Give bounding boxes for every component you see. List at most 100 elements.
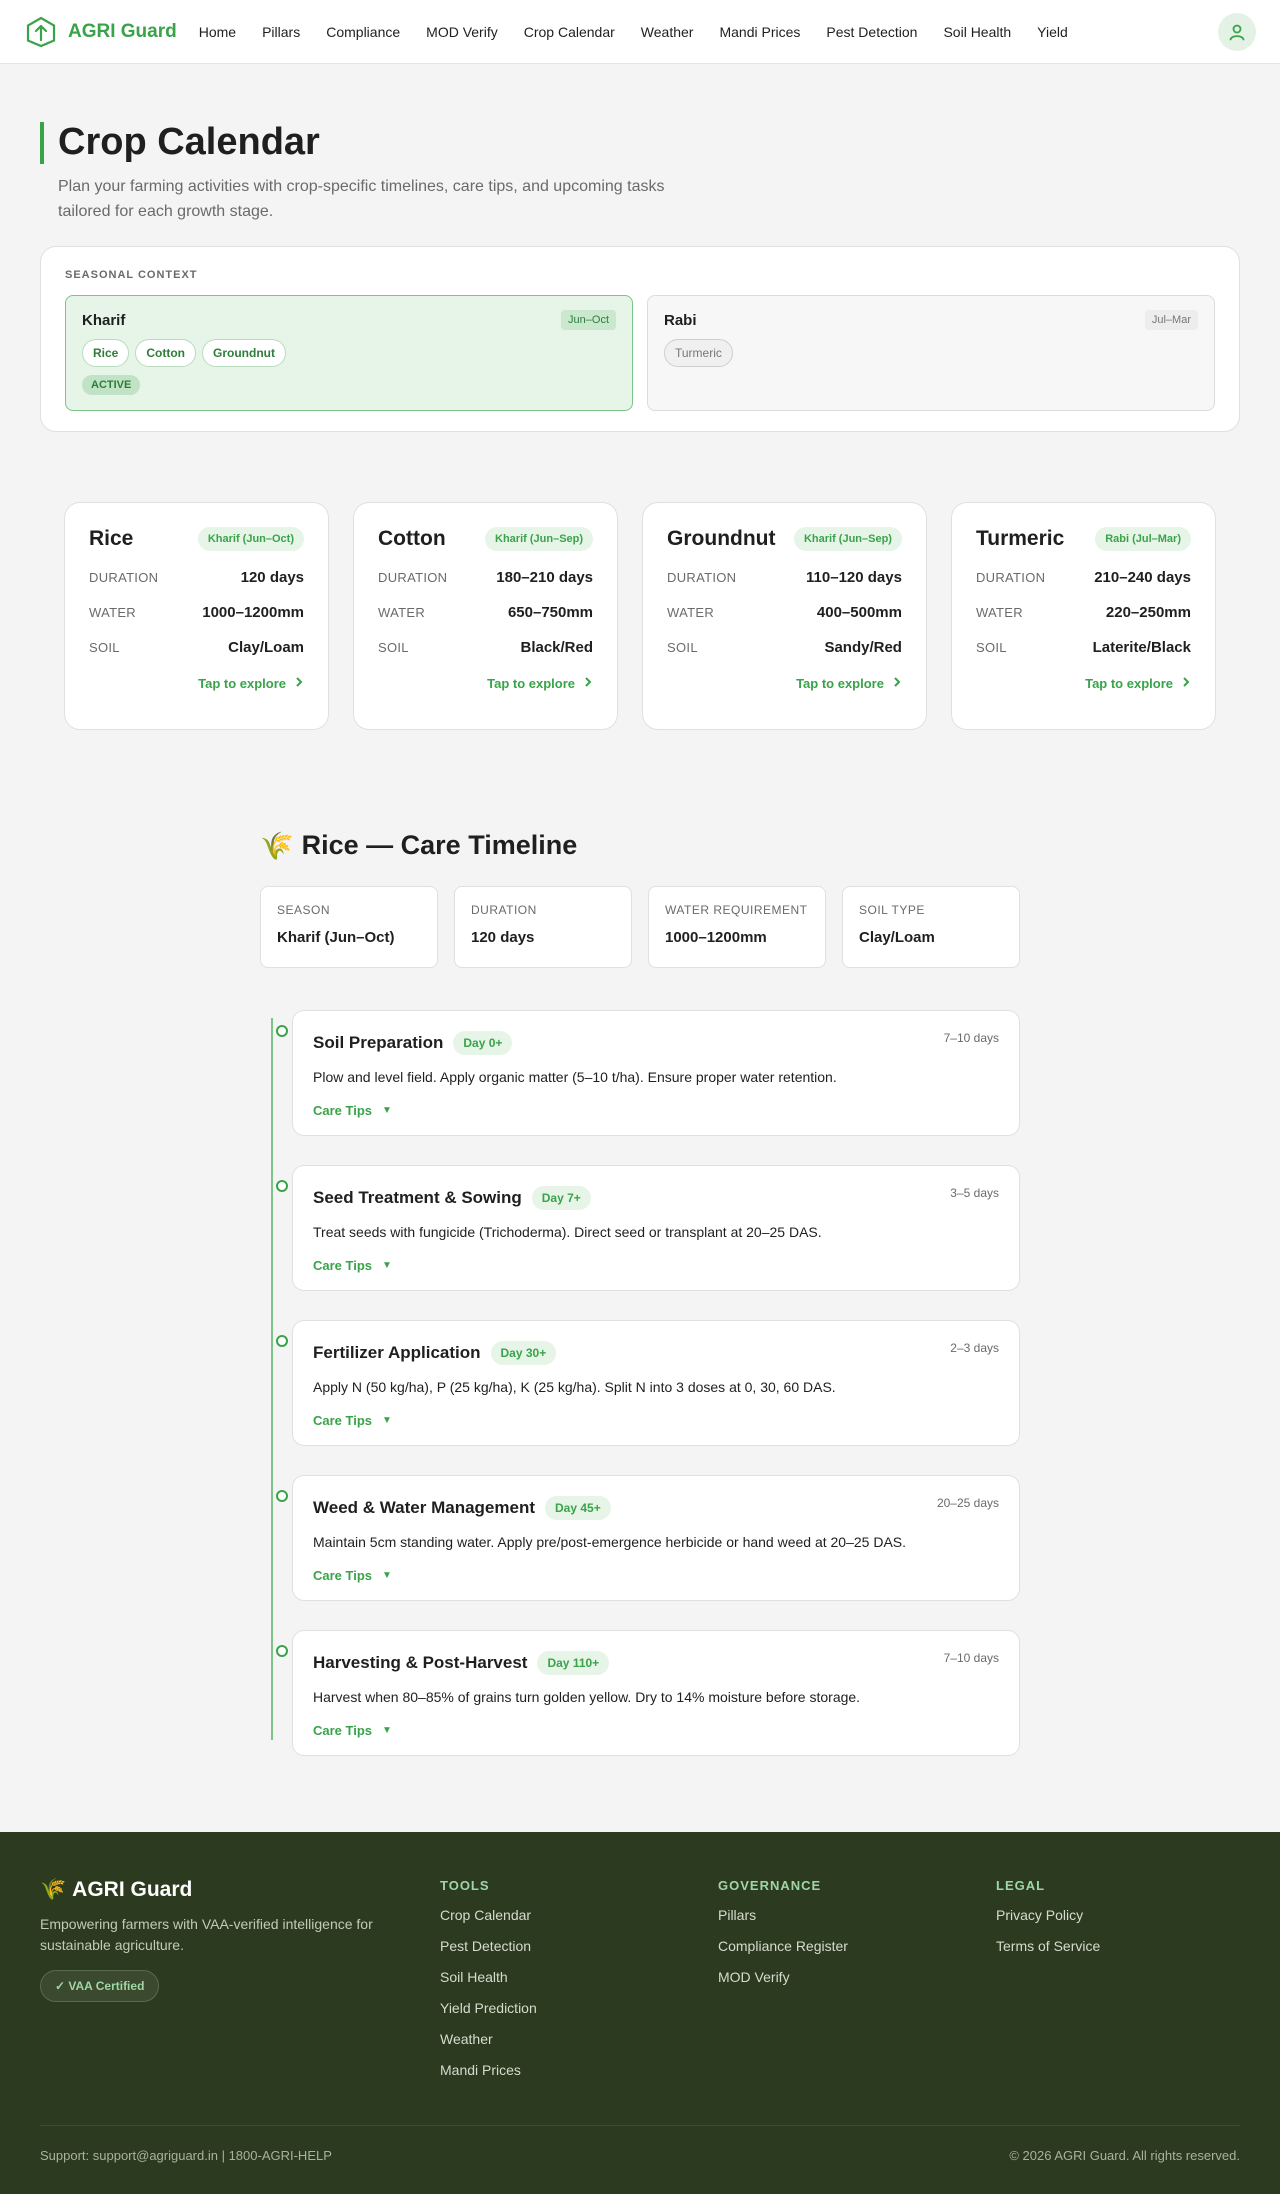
user-avatar-button[interactable] (1218, 12, 1256, 51)
footer-legal-title: LEGAL (996, 1877, 1046, 1893)
stage-card: Harvesting & Post-Harvest Day 110+ 7–10 da… (276, 1629, 1020, 1756)
duration-label: DURATION (667, 569, 737, 585)
explore-link[interactable]: Tap to explore (976, 676, 1191, 691)
page-header: Crop Calendar Plan your farming activiti… (0, 64, 1280, 224)
footer-link-pest-detection[interactable]: Pest Detection (440, 1936, 718, 1957)
nav-link-mod-verify[interactable]: MOD Verify (426, 24, 498, 40)
stage-name: Soil Preparation (313, 1032, 444, 1052)
season-card-rabi[interactable]: Rabi Jul–Mar Turmeric (647, 294, 1215, 411)
care-tips-toggle[interactable]: Care Tips ▼ (313, 1568, 999, 1583)
season-months: Jun–Oct (561, 309, 616, 330)
timeline-dot (276, 1644, 288, 1657)
crop-card-turmeric[interactable]: Turmeric Rabi (Jul–Mar) DURATION 210–240 d… (950, 501, 1216, 730)
care-tips-label: Care Tips (313, 1567, 373, 1583)
care-tips-toggle[interactable]: Care Tips ▼ (313, 1723, 999, 1738)
page-subtitle: Plan your farming activities with crop-s… (58, 177, 665, 220)
caret-down-icon: ▼ (382, 1724, 392, 1736)
crop-name: Cotton (378, 526, 446, 550)
footer-link-mandi-prices[interactable]: Mandi Prices (440, 2060, 718, 2081)
nav-link-yield[interactable]: Yield (1037, 24, 1068, 40)
user-icon (1229, 24, 1245, 40)
soil-value: Sandy/Red (824, 638, 902, 656)
duration-value: 110–120 days (806, 568, 902, 586)
soil-value: Clay/Loam (228, 638, 305, 656)
footer-link-soil-health[interactable]: Soil Health (440, 1967, 718, 1988)
crop-chip-turmeric[interactable]: Turmeric (664, 338, 733, 367)
nav-link-pillars[interactable]: Pillars (262, 24, 300, 40)
soil-value: Laterite/Black (1092, 638, 1191, 656)
footer-link-privacy-policy[interactable]: Privacy Policy (996, 1905, 1236, 1926)
duration-label: DURATION (975, 569, 1046, 585)
summary-value: 120 days (471, 928, 535, 946)
footer-link-compliance-register[interactable]: Compliance Register (718, 1936, 996, 1957)
explore-link[interactable]: Tap to explore (667, 676, 902, 691)
nav-link-mandi-prices[interactable]: Mandi Prices (719, 24, 800, 40)
season-card-kharif[interactable]: Kharif Jun–Oct Rice Cotton Groundnut ACT… (65, 294, 633, 411)
nav-link-weather[interactable]: Weather (641, 24, 694, 40)
footer-link-yield-prediction[interactable]: Yield Prediction (440, 1998, 718, 2019)
footer-description: Empowering farmers with VAA-verified int… (40, 1915, 373, 1953)
summary-value: 1000–1200mm (665, 928, 767, 946)
stage-day-badge: Day 110+ (537, 1650, 610, 1675)
timeline-title-text: Rice — Care Timeline (301, 830, 578, 861)
crop-chip-cotton[interactable]: Cotton (135, 338, 197, 367)
crop-card-rice[interactable]: Rice Kharif (Jun–Oct) DURATION 120 days WA… (64, 501, 330, 730)
stage-duration: 2–3 days (950, 1340, 999, 1355)
water-value: 1000–1200mm (202, 603, 305, 621)
care-tips-toggle[interactable]: Care Tips ▼ (313, 1258, 999, 1273)
duration-value: 120 days (240, 568, 305, 586)
summary-key: DURATION (471, 902, 537, 917)
water-label: WATER (667, 604, 715, 620)
crop-season-badge: Kharif (Jun–Sep) (485, 526, 594, 551)
nav-link-soil-health[interactable]: Soil Health (943, 24, 1011, 40)
active-badge: ACTIVE (82, 374, 141, 395)
soil-label: SOIL (975, 639, 1007, 655)
nav-link-crop-calendar[interactable]: Crop Calendar (524, 24, 615, 40)
summary-key: WATER REQUIREMENT (665, 902, 808, 917)
care-tips-label: Care Tips (313, 1722, 373, 1738)
footer-brand-name: AGRI Guard (72, 1877, 193, 1901)
stage-day-badge: Day 7+ (531, 1185, 591, 1210)
duration-value: 210–240 days (1094, 568, 1191, 586)
water-label: WATER (378, 604, 426, 620)
chevron-right-icon (892, 676, 902, 691)
footer-link-pillars[interactable]: Pillars (718, 1905, 996, 1926)
nav-link-home[interactable]: Home (199, 24, 236, 40)
nav-link-pest-detection[interactable]: Pest Detection (826, 24, 917, 40)
crop-name: Rice (89, 526, 134, 550)
vaa-certified-badge: ✓ VAA Certified (40, 1969, 160, 2002)
summary-card-water: WATER REQUIREMENT 1000–1200mm (648, 885, 826, 968)
care-tips-toggle[interactable]: Care Tips ▼ (313, 1413, 999, 1428)
explore-link[interactable]: Tap to explore (89, 676, 304, 691)
crop-cards: Rice Kharif (Jun–Oct) DURATION 120 days WA… (64, 501, 1216, 730)
brand-link[interactable]: AGRI Guard (24, 15, 177, 49)
crop-card-cotton[interactable]: Cotton Kharif (Jun–Sep) DURATION 180–210 d… (353, 501, 619, 730)
explore-link[interactable]: Tap to explore (378, 676, 593, 691)
timeline-title: 🌾 Rice — Care Timeline (260, 830, 1020, 862)
season-months: Jul–Mar (1144, 309, 1198, 330)
footer-link-terms-of-service[interactable]: Terms of Service (996, 1936, 1236, 1957)
stage-description: Apply N (50 kg/ha), P (25 kg/ha), K (25 … (313, 1378, 836, 1395)
care-tips-toggle[interactable]: Care Tips ▼ (313, 1103, 999, 1118)
brand-logo-icon (24, 15, 58, 49)
top-nav: AGRI Guard Home Pillars Compliance MOD V… (0, 0, 1280, 64)
stage-card: Seed Treatment & Sowing Day 7+ 3–5 days Tr… (276, 1164, 1020, 1291)
stage-name: Fertilizer Application (313, 1342, 481, 1362)
crop-card-groundnut[interactable]: Groundnut Kharif (Jun–Sep) DURATION 110–12… (642, 501, 927, 730)
crop-chip-groundnut[interactable]: Groundnut (202, 338, 286, 367)
duration-label: DURATION (89, 569, 159, 585)
footer-link-weather[interactable]: Weather (440, 2029, 718, 2050)
water-value: 220–250mm (1105, 603, 1191, 621)
stage-description: Treat seeds with fungicide (Trichoderma)… (313, 1223, 822, 1240)
footer-link-mod-verify[interactable]: MOD Verify (718, 1967, 996, 1988)
care-tips-label: Care Tips (313, 1257, 373, 1273)
crop-name: Turmeric (975, 526, 1065, 550)
crop-season-badge: Kharif (Jun–Oct) (197, 526, 305, 551)
water-label: WATER (975, 604, 1023, 620)
stage-description: Maintain 5cm standing water. Apply pre/p… (313, 1533, 907, 1550)
timeline-line (271, 1017, 273, 1740)
nav-link-compliance[interactable]: Compliance (326, 24, 400, 40)
crop-chip-rice[interactable]: Rice (82, 338, 130, 367)
footer-link-crop-calendar[interactable]: Crop Calendar (440, 1905, 718, 1926)
stage-description: Harvest when 80–85% of grains turn golde… (313, 1688, 861, 1705)
